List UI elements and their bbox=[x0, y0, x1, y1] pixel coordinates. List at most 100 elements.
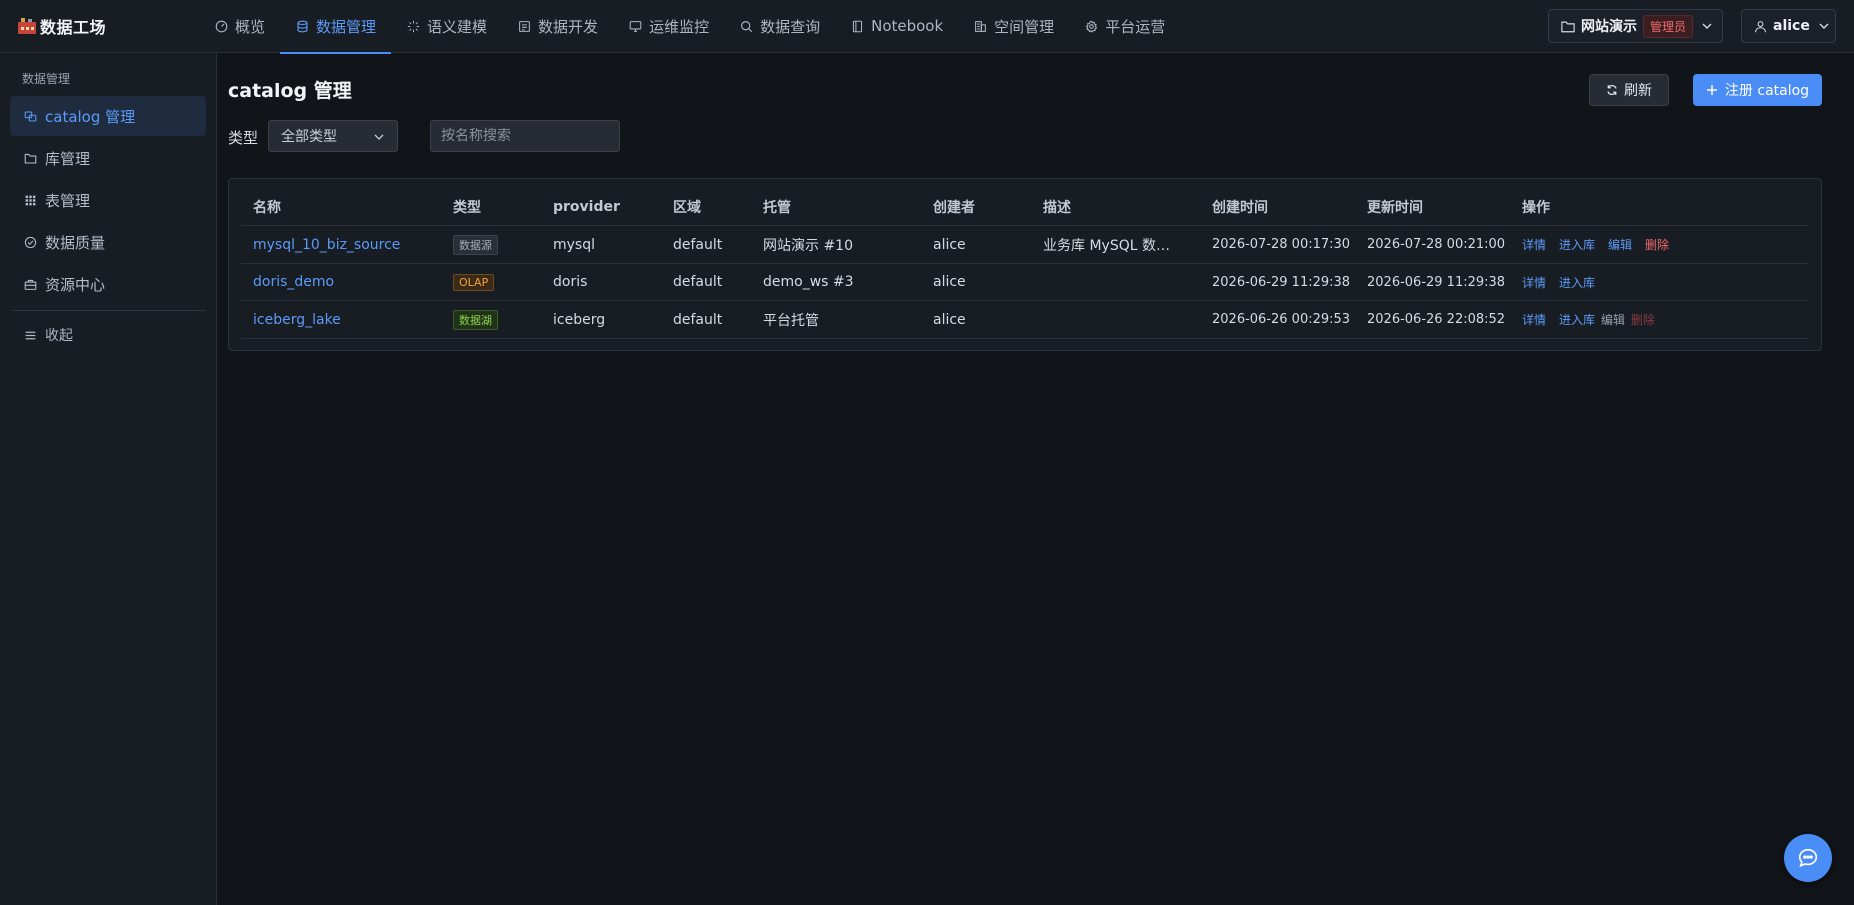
sidebar-item-catalog[interactable]: catalog 管理 bbox=[10, 96, 206, 136]
sparkle-icon bbox=[406, 19, 420, 33]
factory-logo-icon bbox=[18, 18, 36, 34]
nav-label: 运维监控 bbox=[649, 17, 710, 36]
creator-cell: alice bbox=[933, 236, 966, 253]
header-hosting: 托管 bbox=[763, 200, 791, 216]
catalog-name-link[interactable]: mysql_10_biz_source bbox=[253, 237, 400, 253]
sidebar-item-database[interactable]: 库管理 bbox=[10, 138, 206, 178]
workspace-name: 网站演示 bbox=[1581, 19, 1637, 35]
header-region: 区域 bbox=[673, 200, 701, 216]
header-created-time: 创建时间 bbox=[1212, 200, 1268, 216]
nav-item-data-development[interactable]: 数据开发 bbox=[502, 0, 613, 53]
nav-item-data-query[interactable]: 数据查询 bbox=[724, 0, 835, 53]
header-description: 描述 bbox=[1043, 200, 1071, 216]
sidebar-item-label: 数据质量 bbox=[45, 233, 106, 252]
type-select-value: 全部类型 bbox=[281, 129, 337, 145]
header-name: 名称 bbox=[253, 200, 281, 216]
nav-item-semantic-modeling[interactable]: 语义建模 bbox=[391, 0, 502, 53]
top-navigation-bar: 数据工场 概览 数据管理 语义建模 数据开发 运维监控 数据查询 Noteboo… bbox=[0, 0, 1854, 54]
enter-database-link[interactable]: 进入库 bbox=[1559, 311, 1595, 328]
briefcase-icon bbox=[23, 277, 37, 291]
gear-icon bbox=[1084, 19, 1098, 33]
nav-label: 语义建模 bbox=[427, 17, 488, 36]
nav-item-space-management[interactable]: 空间管理 bbox=[958, 0, 1069, 53]
sidebar-item-label: 库管理 bbox=[45, 149, 91, 168]
search-icon bbox=[739, 19, 753, 33]
region-cell: default bbox=[673, 274, 723, 290]
details-link[interactable]: 详情 bbox=[1522, 236, 1546, 253]
creator-cell: alice bbox=[933, 311, 966, 328]
folder-icon bbox=[1561, 21, 1575, 32]
nav-item-ops-monitoring[interactable]: 运维监控 bbox=[613, 0, 724, 53]
database-icon bbox=[295, 19, 309, 33]
nav-item-notebook[interactable]: Notebook bbox=[835, 0, 958, 53]
refresh-label: 刷新 bbox=[1624, 83, 1652, 99]
nav-label: 数据查询 bbox=[760, 17, 821, 36]
building-icon bbox=[973, 19, 987, 33]
enter-database-link[interactable]: 进入库 bbox=[1559, 274, 1595, 291]
chevron-down-icon bbox=[1702, 23, 1712, 29]
details-link[interactable]: 详情 bbox=[1522, 274, 1546, 291]
header-creator: 创建者 bbox=[933, 200, 975, 216]
sidebar-item-resource-center[interactable]: 资源中心 bbox=[10, 264, 206, 304]
refresh-button[interactable]: 刷新 bbox=[1589, 74, 1669, 106]
sidebar-item-label: 表管理 bbox=[45, 191, 91, 210]
catalog-name-link[interactable]: doris_demo bbox=[253, 274, 334, 290]
details-link[interactable]: 详情 bbox=[1522, 311, 1546, 328]
description-cell: 业务库 MySQL 数据… bbox=[1043, 237, 1178, 254]
edit-link[interactable]: 编辑 bbox=[1608, 236, 1632, 253]
page-title: catalog 管理 bbox=[228, 80, 352, 102]
enter-database-link[interactable]: 进入库 bbox=[1559, 236, 1595, 253]
chevron-down-icon bbox=[374, 134, 384, 140]
region-cell: default bbox=[673, 236, 723, 253]
register-catalog-button[interactable]: 注册 catalog bbox=[1693, 74, 1822, 106]
dashboard-icon bbox=[214, 19, 228, 33]
delete-link[interactable]: 删除 bbox=[1645, 236, 1669, 253]
sidebar-collapse-button[interactable]: 收起 bbox=[10, 319, 206, 351]
header-actions: 操作 bbox=[1522, 200, 1550, 216]
nav-item-data-management[interactable]: 数据管理 bbox=[280, 0, 392, 54]
code-file-icon bbox=[517, 19, 531, 33]
type-tag: OLAP bbox=[453, 273, 495, 291]
search-input[interactable] bbox=[430, 120, 620, 152]
provider-cell: doris bbox=[553, 274, 588, 290]
updated-time-cell: 2026-07-28 00:21:00 bbox=[1367, 237, 1506, 252]
sidebar-item-data-quality[interactable]: 数据质量 bbox=[10, 222, 206, 262]
hosting-cell: 平台托管 bbox=[763, 312, 819, 329]
creator-cell: alice bbox=[933, 274, 966, 290]
catalog-icon bbox=[23, 109, 37, 123]
nav-label: Notebook bbox=[871, 17, 944, 35]
plus-icon bbox=[1706, 85, 1717, 95]
collapse-label: 收起 bbox=[45, 328, 73, 344]
table-header-row: 名称 类型 provider 区域 托管 创建者 描述 创建时间 更新时间 操作 bbox=[241, 189, 1809, 226]
edit-link-disabled: 编辑 bbox=[1601, 313, 1626, 327]
brand[interactable]: 数据工场 bbox=[0, 0, 199, 53]
app-title: 数据工场 bbox=[40, 18, 107, 37]
nav-label: 空间管理 bbox=[994, 17, 1055, 36]
updated-time-cell: 2026-06-26 22:08:52 bbox=[1367, 312, 1506, 327]
chat-assistant-button[interactable] bbox=[1784, 834, 1832, 882]
nav-label: 数据开发 bbox=[538, 17, 599, 36]
nav-item-overview[interactable]: 概览 bbox=[199, 0, 280, 53]
workspace-switcher[interactable]: 网站演示 管理员 bbox=[1548, 9, 1723, 43]
created-time-cell: 2026-06-29 11:29:38 bbox=[1212, 274, 1351, 290]
delete-link-disabled: 删除 bbox=[1631, 313, 1656, 327]
main-nav: 概览 数据管理 语义建模 数据开发 运维监控 数据查询 Notebook 空间管… bbox=[199, 0, 1180, 54]
refresh-icon bbox=[1607, 84, 1617, 96]
monitor-icon bbox=[628, 19, 642, 33]
notebook-icon bbox=[850, 19, 864, 33]
user-menu[interactable]: alice bbox=[1741, 9, 1836, 43]
check-circle-icon bbox=[23, 235, 37, 249]
type-select[interactable]: 全部类型 bbox=[268, 120, 398, 152]
catalog-table: 名称 类型 provider 区域 托管 创建者 描述 创建时间 更新时间 操作… bbox=[228, 178, 1822, 351]
sidebar-item-table[interactable]: 表管理 bbox=[10, 180, 206, 220]
catalog-name-link[interactable]: iceberg_lake bbox=[253, 312, 341, 328]
nav-label: 概览 bbox=[235, 17, 266, 36]
region-cell: default bbox=[673, 311, 723, 328]
updated-time-cell: 2026-06-29 11:29:38 bbox=[1367, 274, 1506, 290]
role-badge: 管理员 bbox=[1643, 14, 1694, 38]
sidebar: 数据管理 catalog 管理 库管理 表管理 数据质量 资源中心 收起 bbox=[0, 53, 217, 905]
nav-item-platform-ops[interactable]: 平台运营 bbox=[1069, 0, 1180, 53]
folder-icon bbox=[23, 151, 37, 165]
created-time-cell: 2026-07-28 00:17:30 bbox=[1212, 237, 1351, 252]
nav-label: 数据管理 bbox=[316, 17, 377, 36]
